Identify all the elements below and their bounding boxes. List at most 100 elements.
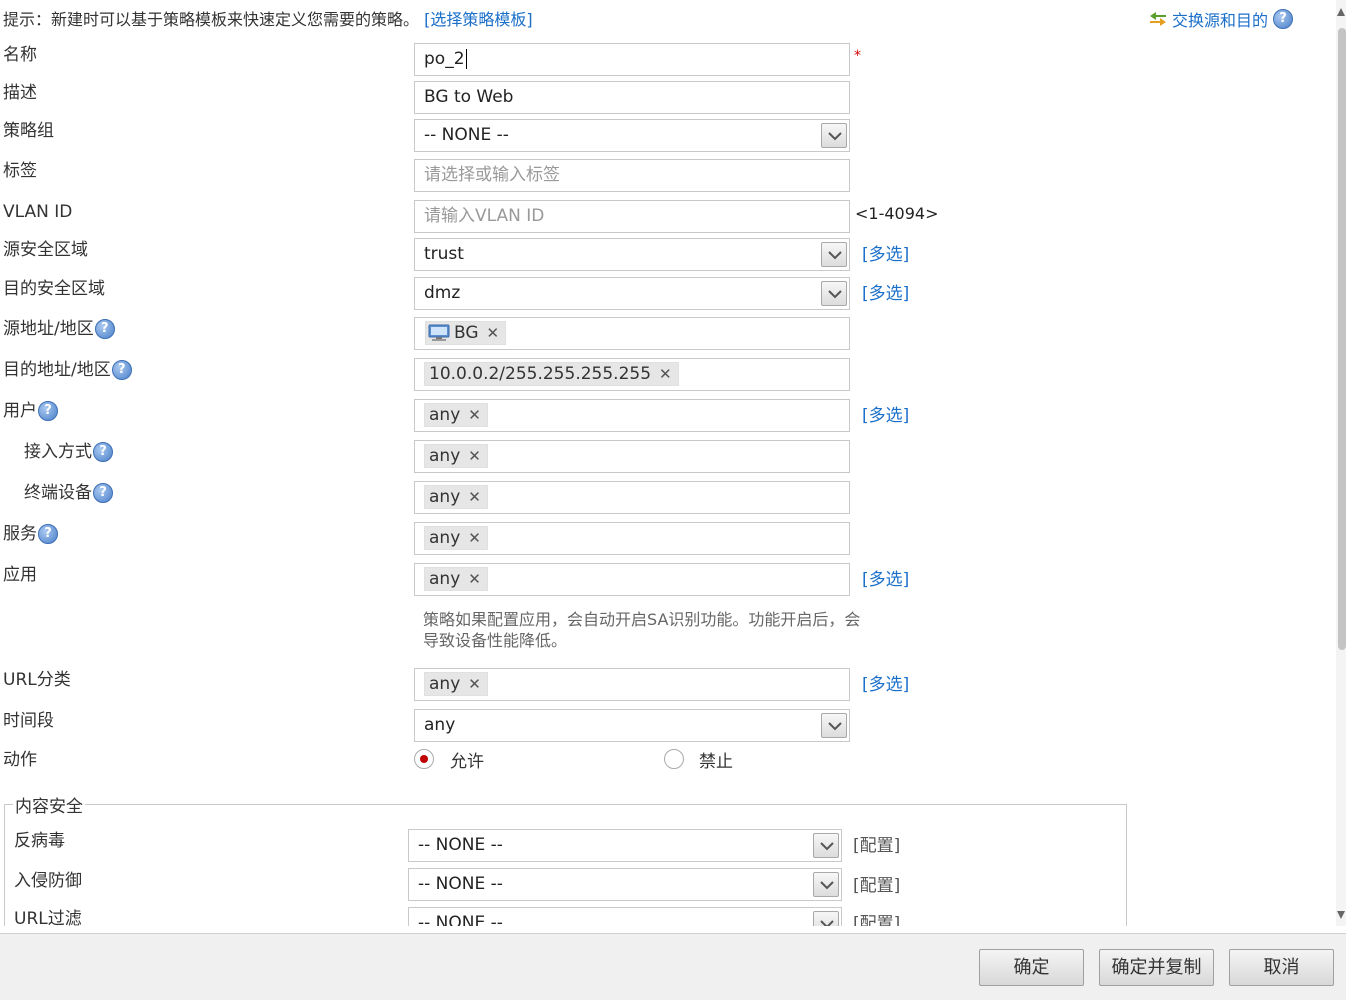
url-cat-tag-label: any — [429, 674, 461, 694]
deny-label: 禁止 — [699, 752, 733, 772]
ips-config-link[interactable]: [配置] — [853, 871, 900, 896]
terminal-tag-label: any — [429, 487, 461, 507]
dropdown-button[interactable] — [813, 872, 839, 897]
tag-input[interactable]: 请选择或输入标签 — [414, 159, 850, 192]
remove-icon[interactable]: ✕ — [487, 324, 500, 342]
service-tag-label: any — [429, 528, 461, 548]
url-cat-multi-link[interactable]: [多选] — [862, 670, 909, 695]
access-tag: any ✕ — [424, 444, 488, 468]
user-multi-link[interactable]: [多选] — [862, 401, 909, 426]
ok-button[interactable]: 确定 — [979, 949, 1084, 986]
url-filter-config-link[interactable]: [配置] — [853, 909, 900, 926]
swap-src-dst-link[interactable]: 交换源和目的 ? — [1148, 7, 1294, 31]
label-tag: 标签 — [3, 161, 37, 181]
deny-radio[interactable] — [664, 749, 684, 769]
label-url-filter: URL过滤 — [14, 909, 82, 926]
dropdown-button[interactable] — [821, 281, 847, 306]
service-field[interactable]: any ✕ — [414, 522, 850, 555]
url-cat-field[interactable]: any ✕ — [414, 668, 850, 701]
help-icon[interactable]: ? — [38, 524, 58, 544]
chevron-down-icon — [828, 132, 842, 141]
time-value: any — [424, 715, 456, 735]
remove-icon[interactable]: ✕ — [468, 488, 481, 506]
dropdown-button[interactable] — [813, 833, 839, 858]
permit-radio[interactable] — [414, 749, 434, 769]
dst-addr-field[interactable]: 10.0.0.2/255.255.255.255 ✕ — [414, 358, 850, 391]
computer-icon — [428, 324, 450, 341]
ips-select[interactable]: -- NONE -- — [408, 868, 842, 901]
help-icon[interactable]: ? — [38, 401, 58, 421]
hint-text: 提示：新建时可以基于策略模板来快速定义您需要的策略。 [选择策略模板] — [3, 6, 533, 30]
policy-group-value: -- NONE -- — [424, 125, 509, 145]
label-src-zone: 源安全区域 — [3, 240, 88, 260]
form-area: 提示：新建时可以基于策略模板来快速定义您需要的策略。 [选择策略模板] 交换源和… — [0, 0, 1336, 926]
app-note: 策略如果配置应用，会自动开启SA识别功能。功能开启后，会导致设备性能降低。 — [423, 610, 861, 650]
label-src-addr-text: 源地址/地区 — [3, 319, 94, 339]
hint-prefix: 提示：新建时可以基于策略模板来快速定义您需要的策略。 — [3, 10, 420, 29]
desc-input[interactable]: BG to Web — [414, 81, 850, 114]
label-user: 用户? — [3, 400, 58, 422]
permit-label: 允许 — [450, 752, 484, 772]
terminal-tag: any ✕ — [424, 485, 488, 509]
help-icon[interactable]: ? — [1273, 9, 1294, 29]
name-input[interactable]: po_2 — [414, 43, 850, 76]
label-src-addr: 源地址/地区? — [3, 318, 115, 340]
url-filter-select[interactable]: -- NONE -- — [408, 907, 842, 926]
app-multi-link[interactable]: [多选] — [862, 565, 909, 590]
help-icon[interactable]: ? — [93, 483, 113, 503]
remove-icon[interactable]: ✕ — [468, 447, 481, 465]
antivirus-config-link[interactable]: [配置] — [853, 831, 900, 856]
label-ips: 入侵防御 — [14, 871, 82, 891]
remove-icon[interactable]: ✕ — [468, 675, 481, 693]
dropdown-button[interactable] — [813, 911, 839, 926]
scroll-up-icon[interactable] — [1337, 8, 1345, 16]
policy-group-select[interactable]: -- NONE -- — [414, 119, 850, 152]
help-icon[interactable]: ? — [111, 360, 132, 380]
label-policy-group: 策略组 — [3, 121, 54, 141]
chevron-down-icon — [828, 290, 842, 299]
dropdown-button[interactable] — [821, 713, 847, 738]
antivirus-select[interactable]: -- NONE -- — [408, 829, 842, 862]
app-field[interactable]: any ✕ — [414, 563, 850, 596]
dst-zone-select[interactable]: dmz — [414, 277, 850, 310]
scroll-down-icon[interactable] — [1337, 911, 1345, 919]
access-tag-label: any — [429, 446, 461, 466]
url-cat-tag: any ✕ — [424, 672, 488, 696]
remove-icon[interactable]: ✕ — [468, 529, 481, 547]
src-zone-select[interactable]: trust — [414, 238, 850, 271]
url-filter-value: -- NONE -- — [418, 913, 503, 926]
user-field[interactable]: any ✕ — [414, 399, 850, 432]
src-addr-tag-label: BG — [454, 323, 479, 343]
label-dst-addr-text: 目的地址/地区 — [3, 360, 111, 380]
dropdown-button[interactable] — [821, 242, 847, 267]
help-icon[interactable]: ? — [94, 319, 115, 339]
scrollbar-thumb[interactable] — [1338, 28, 1346, 650]
terminal-field[interactable]: any ✕ — [414, 481, 850, 514]
remove-icon[interactable]: ✕ — [659, 365, 672, 383]
cancel-button[interactable]: 取消 — [1229, 949, 1334, 986]
ok-copy-button[interactable]: 确定并复制 — [1099, 949, 1214, 986]
dropdown-button[interactable] — [821, 123, 847, 148]
remove-icon[interactable]: ✕ — [468, 406, 481, 424]
label-service: 服务? — [3, 523, 58, 545]
ips-value: -- NONE -- — [418, 874, 503, 894]
access-field[interactable]: any ✕ — [414, 440, 850, 473]
text-cursor — [465, 49, 467, 69]
chevron-down-icon — [828, 251, 842, 260]
time-select[interactable]: any — [414, 709, 850, 742]
label-service-text: 服务 — [3, 524, 37, 544]
vlan-input[interactable]: 请输入VLAN ID — [414, 200, 850, 233]
required-mark: * — [854, 48, 861, 64]
label-access-text: 接入方式 — [24, 442, 92, 462]
label-vlan: VLAN ID — [3, 202, 73, 222]
label-user-text: 用户 — [3, 401, 37, 421]
src-addr-field[interactable]: BG ✕ — [414, 317, 850, 350]
select-template-link[interactable]: [选择策略模板] — [424, 10, 533, 29]
chevron-down-icon — [820, 881, 834, 890]
dst-zone-multi-link[interactable]: [多选] — [862, 279, 909, 304]
remove-icon[interactable]: ✕ — [468, 570, 481, 588]
chevron-down-icon — [820, 920, 834, 926]
help-icon[interactable]: ? — [93, 442, 113, 462]
label-access: 接入方式? — [24, 441, 113, 463]
src-zone-multi-link[interactable]: [多选] — [862, 240, 909, 265]
